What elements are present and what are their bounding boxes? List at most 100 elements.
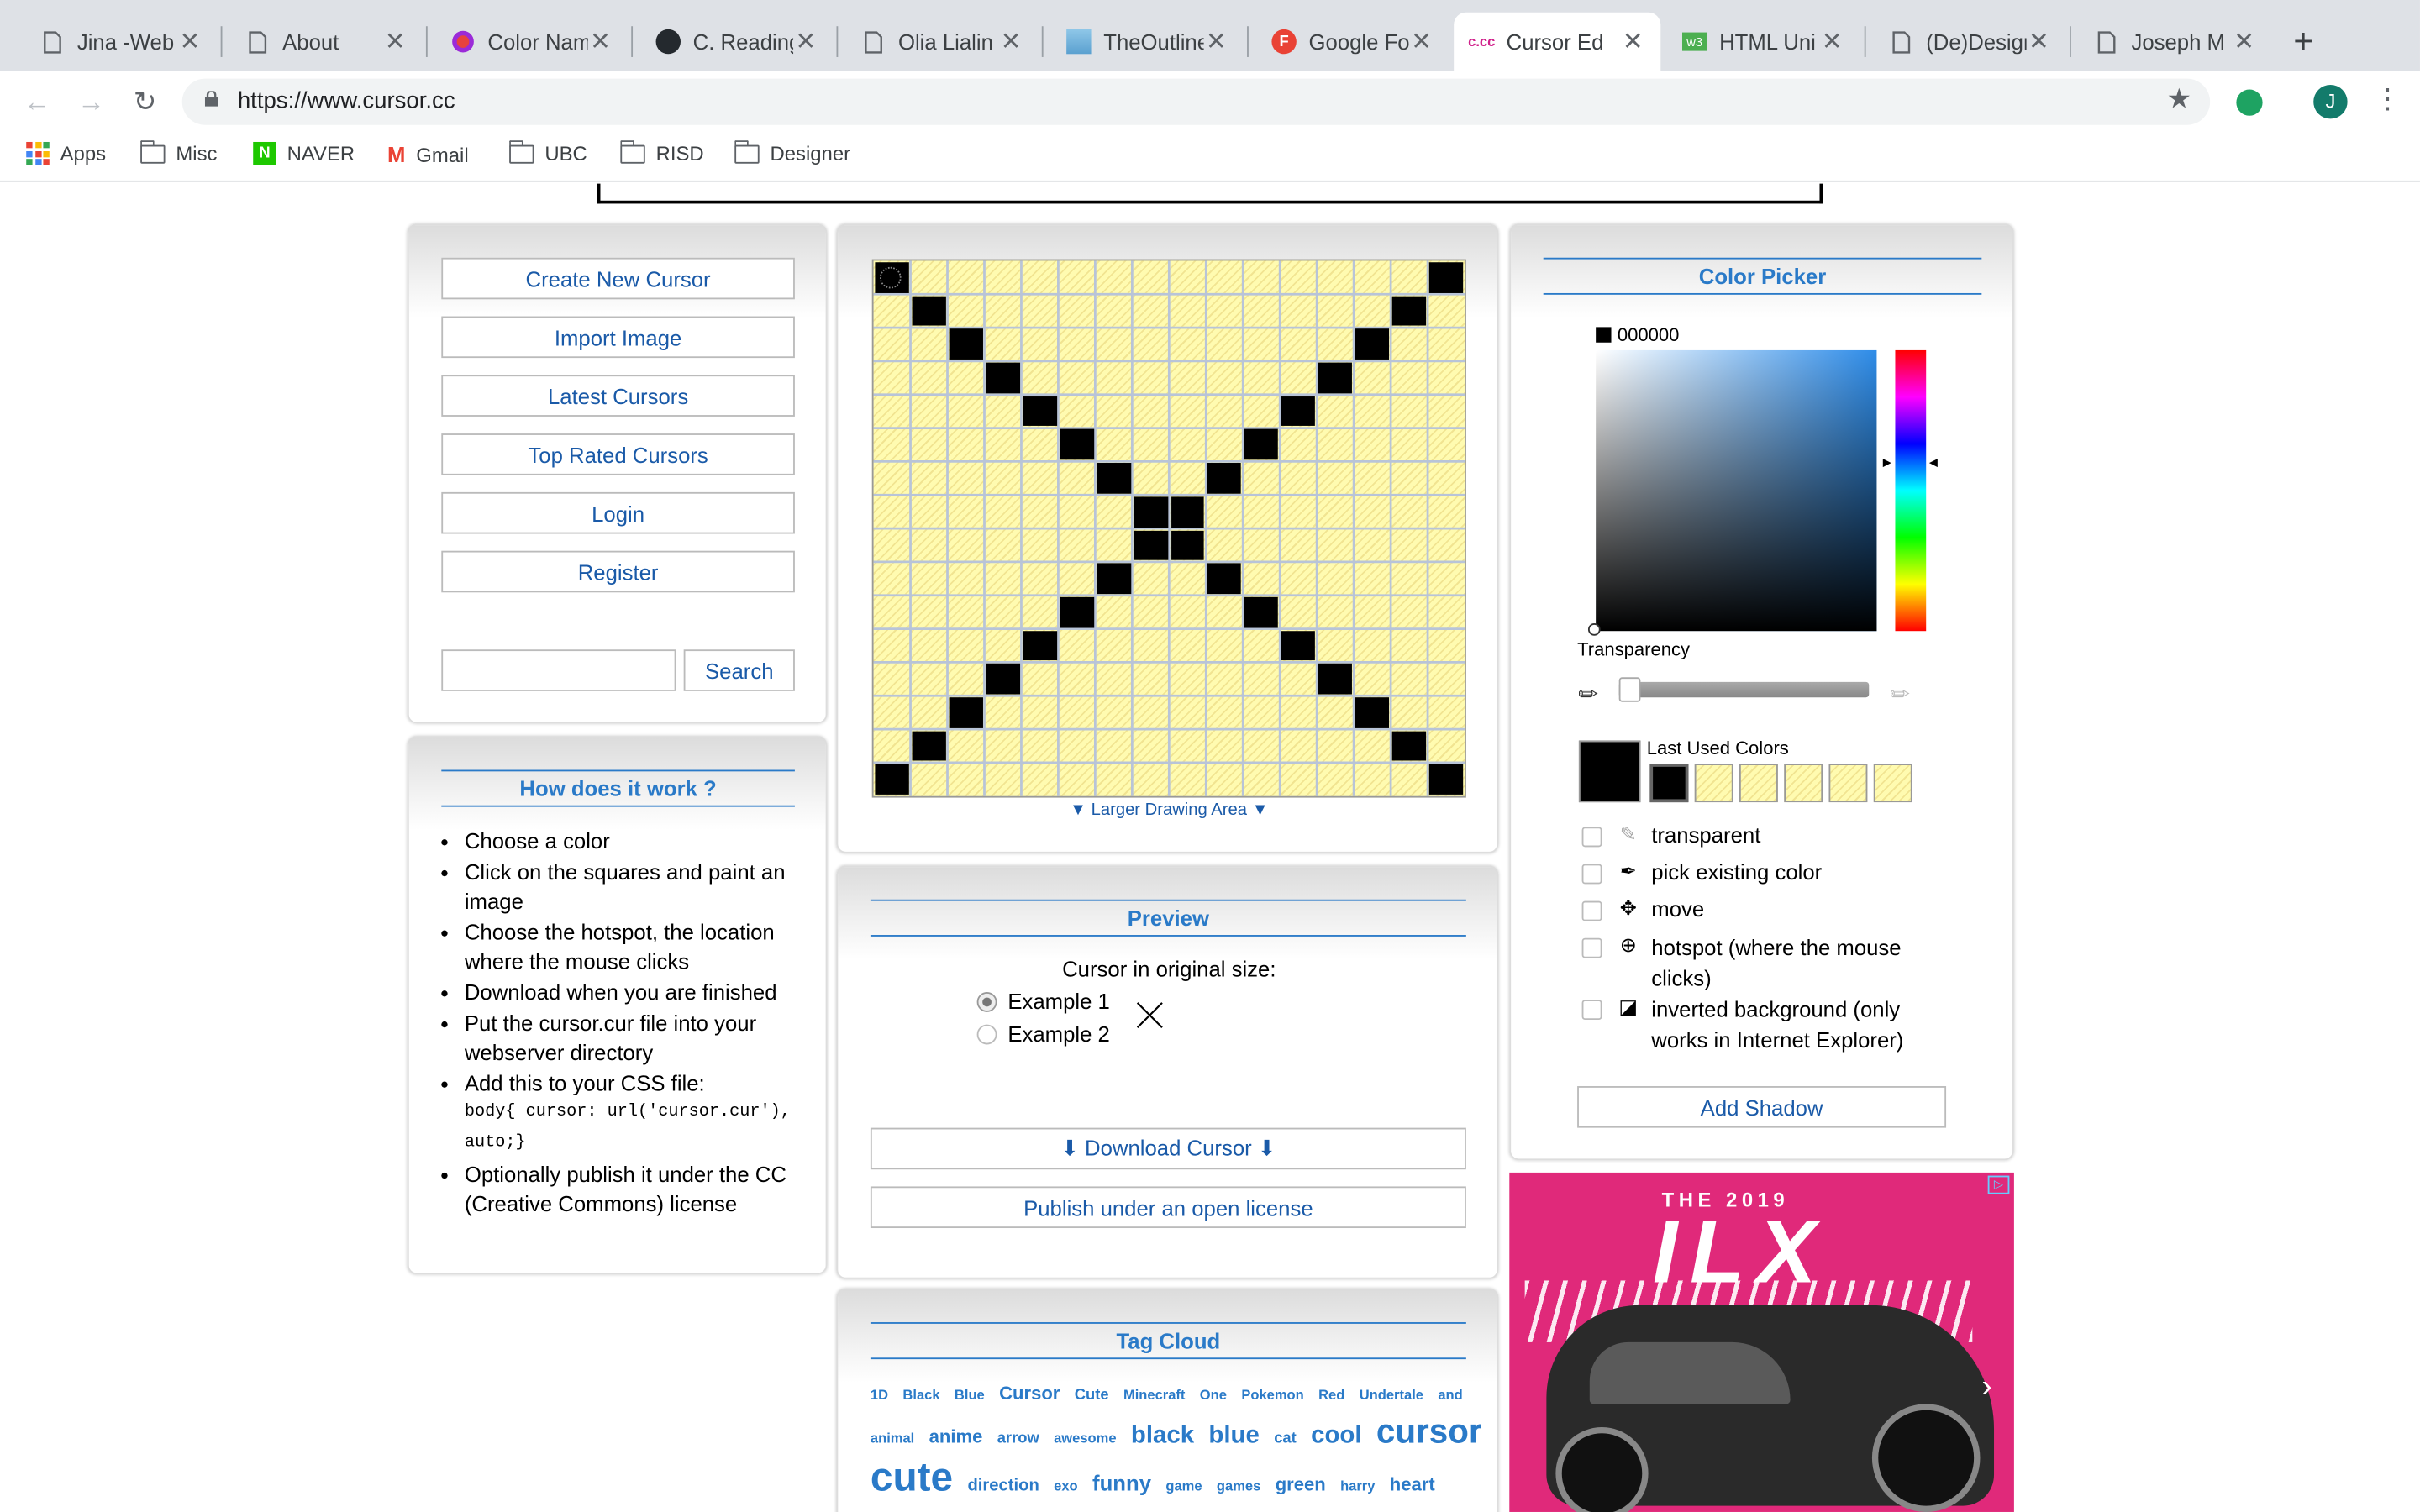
bookmark-apps[interactable]: Apps [26, 141, 106, 165]
ad-choices-icon[interactable]: ▷ [1987, 1175, 2010, 1194]
tag-link[interactable]: Blue [955, 1387, 985, 1402]
tab[interactable]: (De)Design ✕ [1874, 13, 2067, 71]
filled-pixel[interactable] [986, 664, 1020, 695]
tab[interactable]: Color Nam ✕ [435, 13, 629, 71]
tab[interactable]: Joseph M ✕ [2079, 13, 2272, 71]
download-cursor-button[interactable]: ⬇ Download Cursor ⬇ [870, 1127, 1466, 1170]
radio-unselected[interactable] [976, 1023, 997, 1044]
filled-pixel[interactable] [1060, 429, 1094, 460]
tag-link[interactable]: cute [871, 1453, 953, 1501]
close-icon[interactable]: ✕ [177, 26, 202, 57]
filled-pixel[interactable] [1355, 328, 1390, 360]
checkbox[interactable] [1581, 827, 1602, 848]
bookmark-designer[interactable]: Designer [734, 139, 850, 165]
address-bar[interactable]: https://www.cursor.cc ★ [182, 78, 2211, 125]
filled-pixel[interactable] [1392, 730, 1427, 762]
filled-pixel[interactable] [949, 697, 983, 728]
extension-icon[interactable] [2236, 89, 2263, 116]
tab[interactable]: Olia Lialin ✕ [846, 13, 1039, 71]
tag-link[interactable]: cursor [1376, 1412, 1482, 1452]
filled-pixel[interactable] [1060, 596, 1094, 627]
checkbox[interactable] [1581, 864, 1602, 885]
last-color-swatch[interactable] [1739, 764, 1778, 803]
register-button[interactable]: Register [441, 550, 795, 593]
import-image-button[interactable]: Import Image [441, 316, 795, 359]
tab[interactable]: Jina -Web ✕ [24, 13, 218, 71]
filled-pixel[interactable] [1171, 529, 1205, 561]
tag-link[interactable]: exo [1054, 1478, 1077, 1494]
last-color-swatch[interactable] [1784, 764, 1823, 803]
filled-pixel[interactable] [1355, 697, 1390, 728]
filled-pixel[interactable] [1281, 630, 1316, 661]
tag-link[interactable]: black [1131, 1422, 1194, 1450]
filled-pixel[interactable] [1097, 563, 1131, 594]
tag-link[interactable]: Cursor [999, 1383, 1060, 1404]
radio-selected[interactable] [976, 991, 997, 1011]
filled-pixel[interactable] [1244, 596, 1279, 627]
tag-link[interactable]: game [1165, 1478, 1202, 1494]
tag-link[interactable]: Minecraft [1123, 1387, 1185, 1402]
close-icon[interactable]: ✕ [2027, 26, 2051, 57]
publish-license-button[interactable]: Publish under an open license [870, 1186, 1466, 1229]
tag-link[interactable]: blue [1208, 1422, 1259, 1450]
last-color-swatch[interactable] [1873, 764, 1912, 803]
close-icon[interactable]: ✕ [383, 26, 408, 57]
add-shadow-button[interactable]: Add Shadow [1577, 1086, 1947, 1128]
tab[interactable]: C. Reading ✕ [640, 13, 834, 71]
tag-link[interactable]: games [1217, 1478, 1260, 1494]
tag-link[interactable]: animal [871, 1431, 914, 1446]
filled-pixel[interactable] [1281, 396, 1316, 427]
filled-pixel[interactable] [912, 296, 946, 327]
filled-pixel[interactable] [1428, 764, 1464, 795]
search-input[interactable] [441, 649, 676, 691]
top-ad-banner[interactable] [597, 183, 1823, 204]
tag-link[interactable]: Undertale [1360, 1387, 1423, 1402]
tag-link[interactable]: harry [1340, 1478, 1375, 1494]
avatar[interactable]: J [2313, 85, 2348, 119]
bookmark-naver[interactable]: N NAVER [253, 141, 355, 165]
close-icon[interactable]: ✕ [1204, 26, 1228, 57]
last-color-swatch[interactable] [1649, 764, 1689, 803]
tag-link[interactable]: direction [967, 1477, 1039, 1495]
tag-link[interactable]: funny [1092, 1470, 1151, 1494]
saturation-value-square[interactable] [1596, 349, 1877, 632]
tag-link[interactable]: Pokemon [1241, 1387, 1303, 1402]
tag-link[interactable]: cool [1311, 1422, 1361, 1450]
close-icon[interactable]: ✕ [2232, 26, 2256, 57]
drawing-grid[interactable] [871, 259, 1466, 798]
example1-option[interactable]: Example 1 [976, 989, 1110, 1014]
tab-active[interactable]: c.cc Cursor Ed ✕ [1454, 12, 1661, 71]
filled-pixel[interactable] [1207, 463, 1242, 494]
bookmark-gmail[interactable]: M Gmail [387, 142, 469, 166]
tag-link[interactable]: One [1200, 1387, 1227, 1402]
filled-pixel[interactable] [1392, 296, 1427, 327]
bookmark-misc[interactable]: Misc [139, 139, 217, 165]
create-cursor-button[interactable]: Create New Cursor [441, 257, 795, 300]
tab[interactable]: w3 HTML Uni ✕ [1667, 13, 1860, 71]
filled-pixel[interactable] [1318, 362, 1353, 393]
tab[interactable]: About ✕ [230, 13, 424, 71]
checkbox[interactable] [1581, 937, 1602, 958]
tag-link[interactable]: cat [1274, 1431, 1297, 1447]
tag-link[interactable]: Cute [1075, 1387, 1109, 1404]
tag-link[interactable]: heart [1390, 1473, 1435, 1495]
bookmark-ubc[interactable]: UBC [508, 139, 587, 165]
tab[interactable]: F Google Fo ✕ [1256, 13, 1449, 71]
bookmark-risd[interactable]: RISD [619, 139, 704, 165]
filled-pixel[interactable] [1023, 396, 1057, 427]
option-pick-color[interactable]: ✒ pick existing color [1581, 859, 1822, 885]
login-button[interactable]: Login [441, 491, 795, 534]
tag-link[interactable]: 1D [871, 1387, 888, 1402]
last-color-swatch[interactable] [1828, 764, 1868, 803]
tag-link[interactable]: Red [1318, 1387, 1344, 1402]
latest-cursors-button[interactable]: Latest Cursors [441, 375, 795, 417]
filled-pixel[interactable] [949, 328, 983, 360]
close-icon[interactable]: ✕ [793, 26, 818, 57]
checkbox[interactable] [1581, 1000, 1602, 1021]
close-icon[interactable]: ✕ [998, 26, 1023, 57]
filled-pixel[interactable] [1207, 563, 1242, 594]
larger-drawing-area-link[interactable]: ▼ Larger Drawing Area ▼ [838, 801, 1500, 819]
option-move[interactable]: ✥ move [1581, 896, 1704, 921]
color-selector-handle[interactable] [1587, 623, 1601, 636]
tag-link[interactable]: green [1276, 1473, 1326, 1495]
